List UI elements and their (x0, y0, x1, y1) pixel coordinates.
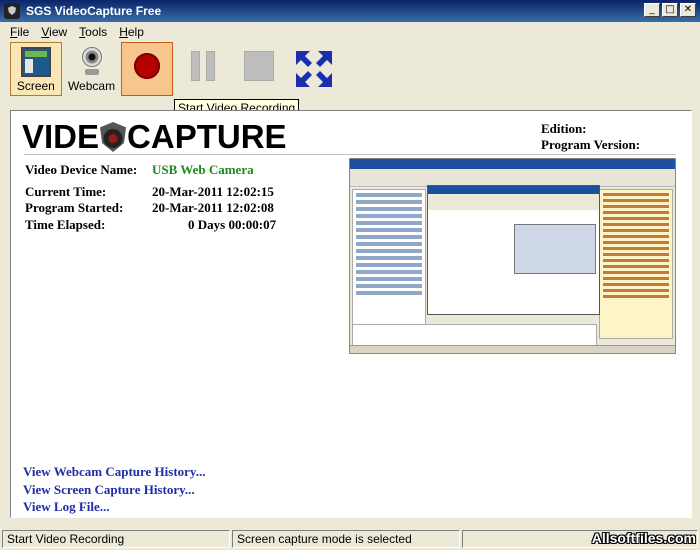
menu-help[interactable]: Help (113, 25, 150, 39)
stop-button[interactable] (233, 42, 285, 96)
shield-logo-icon (100, 122, 127, 152)
logo-text-left: VIDE (22, 118, 100, 155)
webcam-label: Webcam (67, 79, 116, 93)
fullscreen-button[interactable] (288, 42, 340, 96)
screen-label: Screen (16, 79, 55, 93)
pause-button[interactable] (177, 42, 229, 96)
maximize-button[interactable]: □ (662, 3, 678, 17)
edition-label: Edition: (541, 121, 587, 136)
close-button[interactable]: ✕ (680, 3, 696, 17)
webcam-history-link[interactable]: View Webcam Capture History... (23, 463, 205, 481)
edition-info: Edition: Program Version: (541, 121, 640, 153)
window-controls: _ □ ✕ (644, 3, 696, 17)
menu-bar: File View Tools Help (0, 22, 700, 41)
program-started-label: Program Started: (25, 200, 124, 215)
fullscreen-icon (296, 51, 333, 87)
menu-tools[interactable]: Tools (73, 25, 113, 39)
title-bar[interactable]: SGS VideoCapture Free _ □ ✕ (0, 0, 700, 22)
time-elapsed-label: Time Elapsed: (25, 217, 106, 232)
app-shield-icon (4, 3, 20, 19)
current-time-value: 20-Mar-2011 12:02:15 (152, 184, 274, 199)
window-title: SGS VideoCapture Free (26, 4, 162, 18)
minimize-button[interactable]: _ (644, 3, 660, 17)
screen-history-link[interactable]: View Screen Capture History... (23, 481, 205, 499)
log-file-link[interactable]: View Log File... (23, 498, 205, 516)
pause-icon (188, 51, 218, 81)
device-label: Video Device Name: (25, 162, 138, 177)
menu-view[interactable]: View (35, 25, 73, 39)
current-time-label: Current Time: (25, 184, 107, 199)
time-elapsed-value: 0 Days 00:00:07 (188, 217, 277, 232)
header-divider (24, 154, 676, 155)
videocapture-logo: VIDE CAPTURE (22, 118, 287, 156)
record-icon (134, 53, 161, 79)
webcam-mode-button[interactable]: Webcam (66, 42, 118, 96)
menu-file[interactable]: File (4, 25, 35, 39)
toolbar: Screen Webcam (10, 42, 340, 98)
device-value: USB Web Camera (152, 162, 254, 177)
program-version-label: Program Version: (541, 137, 641, 152)
stop-icon (243, 51, 274, 81)
screen-preview-thumbnail (349, 158, 676, 354)
record-button[interactable] (121, 42, 174, 96)
app-window: SGS VideoCapture Free _ □ ✕ File View To… (0, 0, 700, 550)
screen-mode-button[interactable]: Screen (10, 42, 62, 96)
status-mode: Screen capture mode is selected (232, 530, 460, 548)
status-left: Start Video Recording (2, 530, 230, 548)
watermark-text: Allsoftfiles.com (591, 530, 696, 546)
logo-text-right: CAPTURE (127, 118, 287, 155)
history-links: View Webcam Capture History... View Scre… (23, 463, 205, 516)
screen-icon (20, 47, 51, 77)
program-started-value: 20-Mar-2011 12:02:08 (152, 200, 274, 215)
webcam-icon (77, 47, 107, 77)
